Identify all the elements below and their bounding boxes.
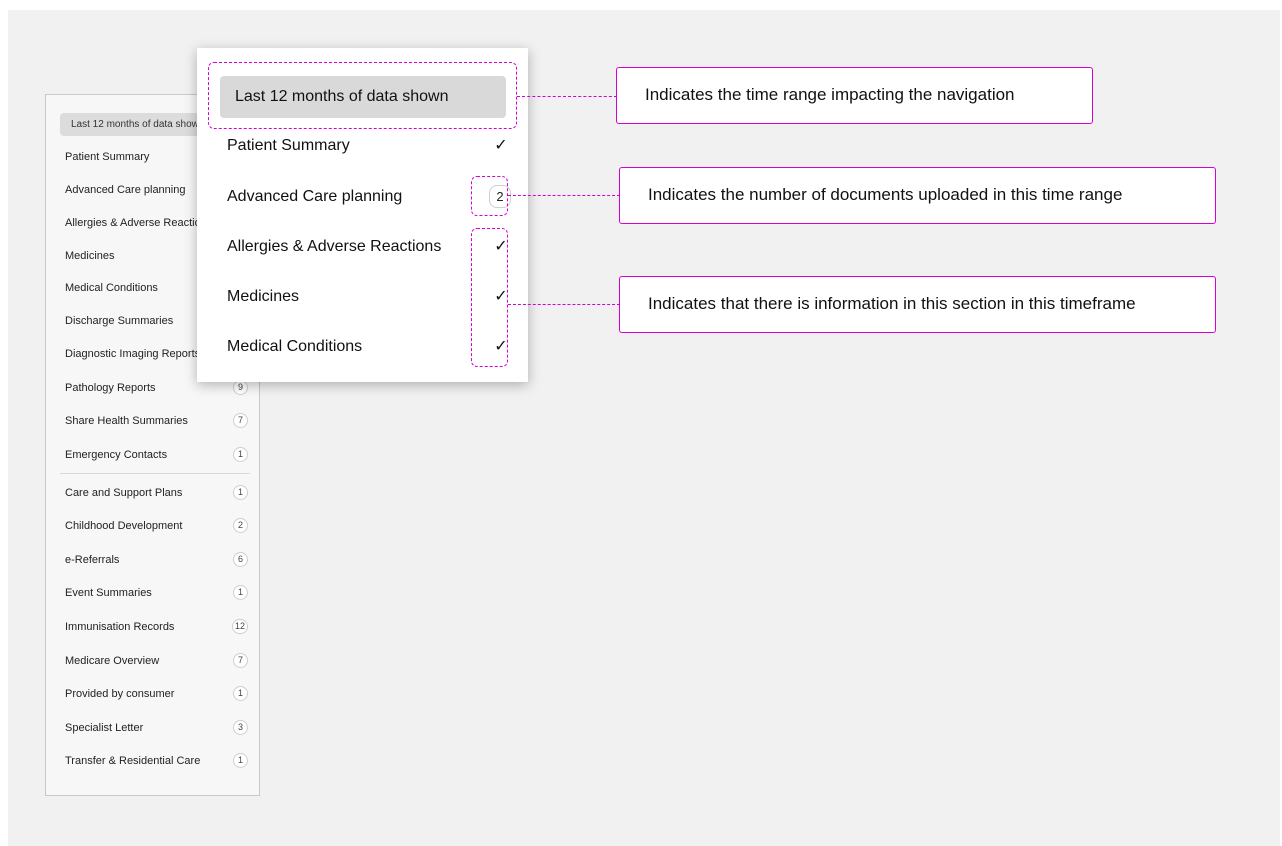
- sidebar-item-count-badge: 1: [233, 485, 248, 500]
- sidebar-item-label: Care and Support Plans: [65, 487, 183, 499]
- sidebar-item[interactable]: Event Summaries 1: [65, 583, 248, 603]
- sidebar-item-count-badge: 1: [233, 447, 248, 462]
- popup-item-label: Medical Conditions: [227, 338, 363, 355]
- sidebar-item-count-badge: 7: [233, 653, 248, 668]
- information-indicator-highlight: [471, 228, 508, 367]
- sidebar-item-label: Diagnostic Imaging Reports: [65, 348, 201, 360]
- sidebar-item-label: Allergies & Adverse Reactions: [65, 217, 213, 229]
- sidebar-item[interactable]: Specialist Letter 3: [65, 718, 248, 738]
- sidebar-item-count-badge: 9: [233, 380, 248, 395]
- sidebar-item[interactable]: Care and Support Plans 1: [65, 483, 248, 503]
- popup-item-allergies[interactable]: Allergies & Adverse Reactions ✓: [227, 233, 511, 261]
- sidebar-item[interactable]: Provided by consumer 1: [65, 684, 248, 704]
- sidebar-item-label: Event Summaries: [65, 587, 152, 599]
- sidebar-item-label: Medicines: [65, 250, 115, 262]
- sidebar-item[interactable]: Immunisation Records 12: [65, 617, 248, 637]
- time-range-highlight: [208, 62, 517, 129]
- sidebar-item-label: Childhood Development: [65, 520, 183, 532]
- sidebar-item[interactable]: Transfer & Residential Care 1: [65, 751, 248, 771]
- popup-item-patient-summary[interactable]: Patient Summary ✓: [227, 132, 511, 160]
- document-count-highlight: [471, 176, 508, 216]
- sidebar-item-label: Share Health Summaries: [65, 415, 188, 427]
- sidebar-item-count-badge: 1: [233, 753, 248, 768]
- sidebar-item-count-badge: 1: [233, 585, 248, 600]
- sidebar-item-count-badge: 6: [233, 552, 248, 567]
- sidebar-item-label: Medicare Overview: [65, 655, 160, 667]
- popup-item-advanced-care-planning[interactable]: Advanced Care planning 2: [227, 183, 511, 211]
- sidebar-item-label: Advanced Care planning: [65, 184, 186, 196]
- sidebar-item-label: Immunisation Records: [65, 621, 175, 633]
- sidebar-item-count-badge: 2: [233, 518, 248, 533]
- sidebar-divider: [60, 473, 250, 474]
- time-range-connector: [517, 96, 617, 97]
- sidebar-item-label: e-Referrals: [65, 554, 120, 566]
- sidebar-item-count-badge: 7: [233, 413, 248, 428]
- sidebar-item[interactable]: e-Referrals 6: [65, 550, 248, 570]
- document-count-connector: [508, 195, 620, 196]
- sidebar-item-label: Emergency Contacts: [65, 449, 168, 461]
- sidebar-item-count-badge: 12: [231, 619, 248, 634]
- sidebar-item-label: Provided by consumer: [65, 688, 175, 700]
- sidebar-item[interactable]: Emergency Contacts 1: [65, 445, 248, 465]
- sidebar-item-label: Medical Conditions: [65, 282, 158, 294]
- popup-item-medical-conditions[interactable]: Medical Conditions ✓: [227, 333, 511, 361]
- information-connector: [508, 304, 620, 305]
- sidebar-item-label: Pathology Reports: [65, 382, 156, 394]
- callout-document-count: Indicates the number of documents upload…: [619, 167, 1216, 224]
- popup-item-label: Medicines: [227, 288, 300, 305]
- callout-information-indicator: Indicates that there is information in t…: [619, 276, 1216, 333]
- popup-item-label: Allergies & Adverse Reactions: [227, 238, 442, 255]
- callout-time-range: Indicates the time range impacting the n…: [616, 67, 1093, 124]
- popup-item-label: Patient Summary: [227, 137, 350, 154]
- popup-item-medicines[interactable]: Medicines ✓: [227, 283, 511, 311]
- sidebar-item-count-badge: 1: [233, 686, 248, 701]
- check-icon: ✓: [494, 137, 508, 154]
- sidebar-item-label: Discharge Summaries: [65, 315, 174, 327]
- sidebar-item-count-badge: 3: [233, 720, 248, 735]
- sidebar-item[interactable]: Share Health Summaries 7: [65, 411, 248, 431]
- sidebar-item[interactable]: Childhood Development 2: [65, 516, 248, 536]
- sidebar-item[interactable]: Medicare Overview 7: [65, 651, 248, 671]
- sidebar-item-label: Specialist Letter: [65, 722, 144, 734]
- sidebar-item-label: Transfer & Residential Care: [65, 755, 201, 767]
- sidebar-item-label: Patient Summary: [65, 151, 150, 163]
- popup-item-label: Advanced Care planning: [227, 188, 403, 205]
